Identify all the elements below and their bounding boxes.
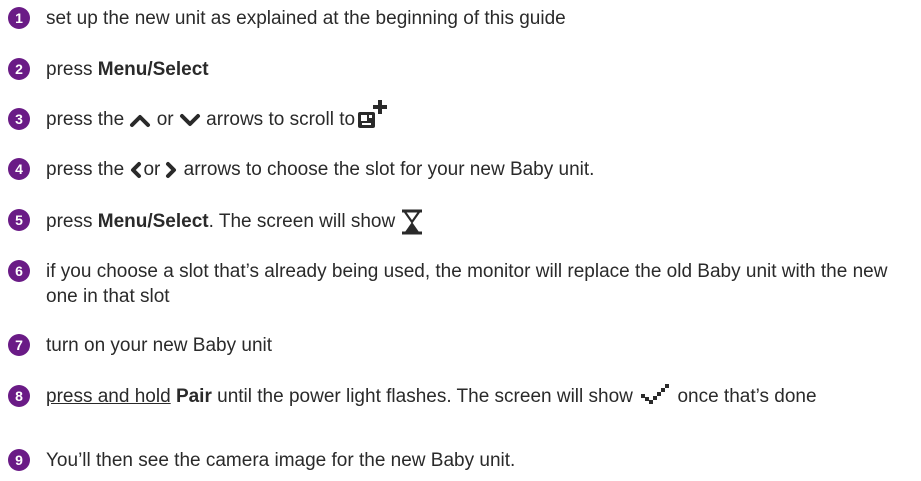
step-text-part: or	[151, 109, 179, 130]
step-text-part: or	[143, 159, 161, 180]
hourglass-icon	[400, 208, 424, 236]
step-number-badge: 4	[8, 158, 30, 180]
step-text-part: press the	[46, 159, 130, 180]
step-1: 1 set up the new unit as explained at th…	[8, 6, 915, 31]
step-text: if you choose a slot that’s already bein…	[46, 261, 888, 307]
step-text: press the or arrows to choose the slot f…	[46, 157, 915, 182]
step-text-part: . The screen will show	[208, 211, 401, 233]
step-text: press Menu/Select. The screen will show	[46, 208, 915, 236]
step-text: press and hold Pair until the power ligh…	[46, 382, 915, 409]
step-text: You’ll then see the camera image for the…	[46, 450, 516, 471]
step-text: turn on your new Baby unit	[46, 335, 273, 356]
add-baby-unit-icon	[355, 98, 388, 132]
step-text-part: press	[46, 59, 98, 80]
step-number-badge: 5	[8, 209, 30, 231]
step-text: press Menu/Select	[46, 57, 915, 82]
step-4: 4 press the or arrows to choose the slot…	[8, 157, 915, 182]
step-number-badge: 3	[8, 108, 30, 130]
down-arrow-icon	[179, 112, 201, 128]
up-arrow-icon	[129, 112, 151, 128]
step-number-badge: 1	[8, 7, 30, 29]
step-text: set up the new unit as explained at the …	[46, 8, 566, 29]
menu-select-label: Menu/Select	[97, 59, 209, 80]
step-text-part: once that’s done	[672, 386, 817, 407]
step-text-part: press the	[46, 109, 130, 130]
step-number-badge: 7	[8, 334, 30, 356]
step-2: 2 press Menu/Select	[8, 57, 915, 82]
step-text-part: arrows to scroll to	[200, 109, 356, 130]
step-number-badge: 8	[8, 385, 30, 407]
step-text-part: arrows to choose the slot for your new B…	[178, 159, 595, 180]
step-9: 9 You’ll then see the camera image for t…	[8, 448, 915, 473]
step-number-badge: 6	[8, 260, 30, 282]
step-7: 7 turn on your new Baby unit	[8, 333, 915, 358]
menu-select-label: Menu/Select	[97, 211, 209, 233]
step-6: 6 if you choose a slot that’s already be…	[8, 259, 915, 309]
pair-label: Pair	[175, 386, 212, 407]
step-text-part: press	[46, 211, 98, 233]
right-arrow-icon	[164, 161, 178, 179]
step-8: 8 press and hold Pair until the power li…	[8, 382, 915, 409]
step-text: press the or arrows to scroll to	[46, 99, 915, 132]
step-text-part: until the power light flashes. The scree…	[211, 386, 639, 407]
step-number-badge: 2	[8, 58, 30, 80]
step-number-badge: 9	[8, 449, 30, 471]
left-arrow-icon	[129, 161, 143, 179]
step-text-underlined: press and hold	[46, 386, 171, 407]
paired-check-icon	[638, 382, 672, 404]
step-3: 3 press the or arrows to scroll to	[8, 99, 915, 132]
step-5: 5 press Menu/Select. The screen will sho…	[8, 208, 915, 236]
